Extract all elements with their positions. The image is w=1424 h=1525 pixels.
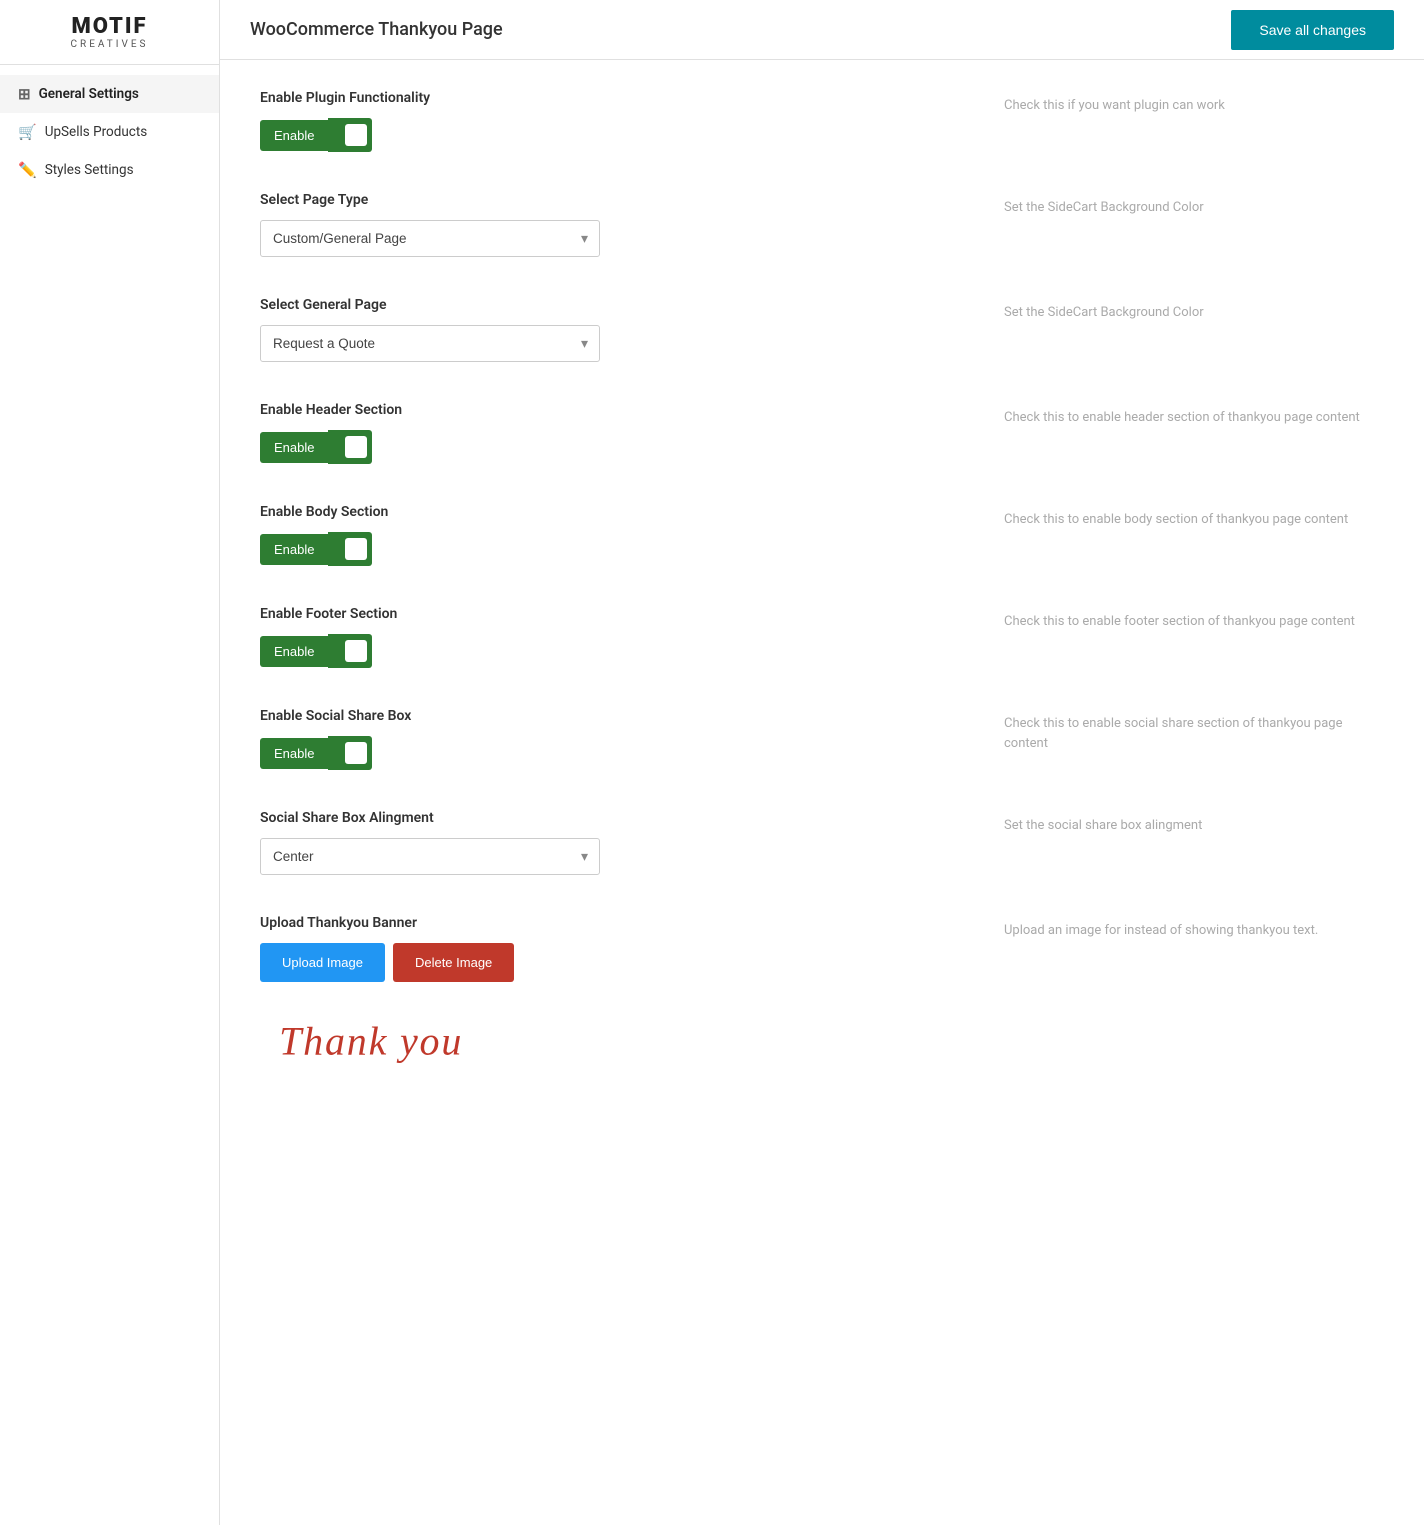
setting-left: Social Share Box Alingment Center Left R… [260,810,984,875]
settings-content: Enable Plugin Functionality Enable Check… [220,60,1424,1525]
toggle-container: Enable [260,634,984,668]
setting-right: Set the social share box alingment [1004,810,1384,875]
toggle-switch[interactable] [328,736,372,770]
toggle-switch[interactable] [328,532,372,566]
setting-right: Set the SideCart Background Color [1004,297,1384,362]
grid-icon: ⊞ [18,85,31,103]
setting-label: Enable Social Share Box [260,708,984,724]
sidebar-nav: ⊞ General Settings 🛒 UpSells Products ✏️… [0,65,219,199]
upload-buttons: Upload Image Delete Image [260,943,984,982]
setting-hint: Check this to enable social share sectio… [1004,714,1384,753]
setting-hint: Check this to enable header section of t… [1004,408,1360,428]
select-wrapper: Request a Quote Home Contact Us About [260,325,600,362]
toggle-knob [345,640,367,662]
main-panel: WooCommerce Thankyou Page Save all chang… [220,0,1424,1525]
toggle-knob [345,124,367,146]
select-wrapper: Center Left Right [260,838,600,875]
toggle-knob [345,538,367,560]
setting-upload-banner: Upload Thankyou Banner Upload Image Dele… [260,915,1384,1078]
page-type-select[interactable]: Custom/General Page WooCommerce Order Pa… [260,220,600,257]
setting-hint: Set the SideCart Background Color [1004,198,1204,218]
alignment-select[interactable]: Center Left Right [260,838,600,875]
save-all-changes-button[interactable]: Save all changes [1231,10,1394,50]
toggle-knob [345,436,367,458]
setting-right: Check this to enable body section of tha… [1004,504,1384,566]
logo-motif: MOTIF [71,14,149,39]
setting-hint: Set the SideCart Background Color [1004,303,1204,323]
setting-right: Check this to enable social share sectio… [1004,708,1384,770]
setting-label: Enable Footer Section [260,606,984,622]
sidebar-item-label: Styles Settings [45,162,134,178]
setting-label: Upload Thankyou Banner [260,915,984,931]
setting-enable-plugin: Enable Plugin Functionality Enable Check… [260,90,1384,152]
setting-social-share-alignment: Social Share Box Alingment Center Left R… [260,810,1384,875]
setting-right: Check this if you want plugin can work [1004,90,1384,152]
upload-image-button[interactable]: Upload Image [260,943,385,982]
setting-left: Enable Body Section Enable [260,504,984,566]
delete-image-button[interactable]: Delete Image [393,943,514,982]
setting-left: Enable Header Section Enable [260,402,984,464]
sidebar-item-styles-settings[interactable]: ✏️ Styles Settings [0,151,219,189]
setting-enable-social-share: Enable Social Share Box Enable Check thi… [260,708,1384,770]
toggle-label[interactable]: Enable [260,432,328,463]
setting-label: Social Share Box Alingment [260,810,984,826]
general-page-select[interactable]: Request a Quote Home Contact Us About [260,325,600,362]
setting-label: Select Page Type [260,192,984,208]
setting-right: Check this to enable footer section of t… [1004,606,1384,668]
setting-label: Enable Body Section [260,504,984,520]
toggle-label[interactable]: Enable [260,738,328,769]
setting-hint: Set the social share box alingment [1004,816,1202,836]
setting-label: Enable Plugin Functionality [260,90,984,106]
setting-enable-header: Enable Header Section Enable Check this … [260,402,1384,464]
setting-left: Select Page Type Custom/General Page Woo… [260,192,984,257]
logo: MOTIF CREATIVES [0,0,219,65]
setting-enable-footer: Enable Footer Section Enable Check this … [260,606,1384,668]
setting-left: Select General Page Request a Quote Home… [260,297,984,362]
sidebar-item-upsells-products[interactable]: 🛒 UpSells Products [0,113,219,151]
pencil-icon: ✏️ [18,161,37,179]
setting-hint: Check this if you want plugin can work [1004,96,1225,116]
page-title: WooCommerce Thankyou Page [250,19,503,40]
setting-enable-body: Enable Body Section Enable Check this to… [260,504,1384,566]
svg-text:Thank you: Thank you [279,1018,463,1063]
setting-left: Enable Social Share Box Enable [260,708,984,770]
toggle-label[interactable]: Enable [260,120,328,151]
toggle-switch[interactable] [328,118,372,152]
setting-select-general-page: Select General Page Request a Quote Home… [260,297,1384,362]
toggle-switch[interactable] [328,634,372,668]
setting-right: Check this to enable header section of t… [1004,402,1384,464]
thankyou-preview-image: Thank you [260,998,480,1078]
sidebar-item-label: UpSells Products [45,124,148,140]
sidebar-item-general-settings[interactable]: ⊞ General Settings [0,75,219,113]
setting-right: Set the SideCart Background Color [1004,192,1384,257]
setting-left: Upload Thankyou Banner Upload Image Dele… [260,915,984,1078]
setting-hint: Upload an image for instead of showing t… [1004,921,1318,941]
setting-label: Enable Header Section [260,402,984,418]
toggle-label[interactable]: Enable [260,534,328,565]
toggle-container: Enable [260,118,984,152]
setting-right: Upload an image for instead of showing t… [1004,915,1384,1078]
sidebar-item-label: General Settings [39,86,139,102]
select-wrapper: Custom/General Page WooCommerce Order Pa… [260,220,600,257]
setting-label: Select General Page [260,297,984,313]
logo-creatives: CREATIVES [71,39,149,50]
setting-left: Enable Plugin Functionality Enable [260,90,984,152]
toggle-container: Enable [260,430,984,464]
setting-left: Enable Footer Section Enable [260,606,984,668]
setting-hint: Check this to enable footer section of t… [1004,612,1355,632]
cart-icon: 🛒 [18,123,37,141]
toggle-label[interactable]: Enable [260,636,328,667]
header-bar: WooCommerce Thankyou Page Save all chang… [220,0,1424,60]
toggle-knob [345,742,367,764]
toggle-container: Enable [260,736,984,770]
sidebar: MOTIF CREATIVES ⊞ General Settings 🛒 UpS… [0,0,220,1525]
setting-hint: Check this to enable body section of tha… [1004,510,1348,530]
toggle-switch[interactable] [328,430,372,464]
setting-select-page-type: Select Page Type Custom/General Page Woo… [260,192,1384,257]
toggle-container: Enable [260,532,984,566]
